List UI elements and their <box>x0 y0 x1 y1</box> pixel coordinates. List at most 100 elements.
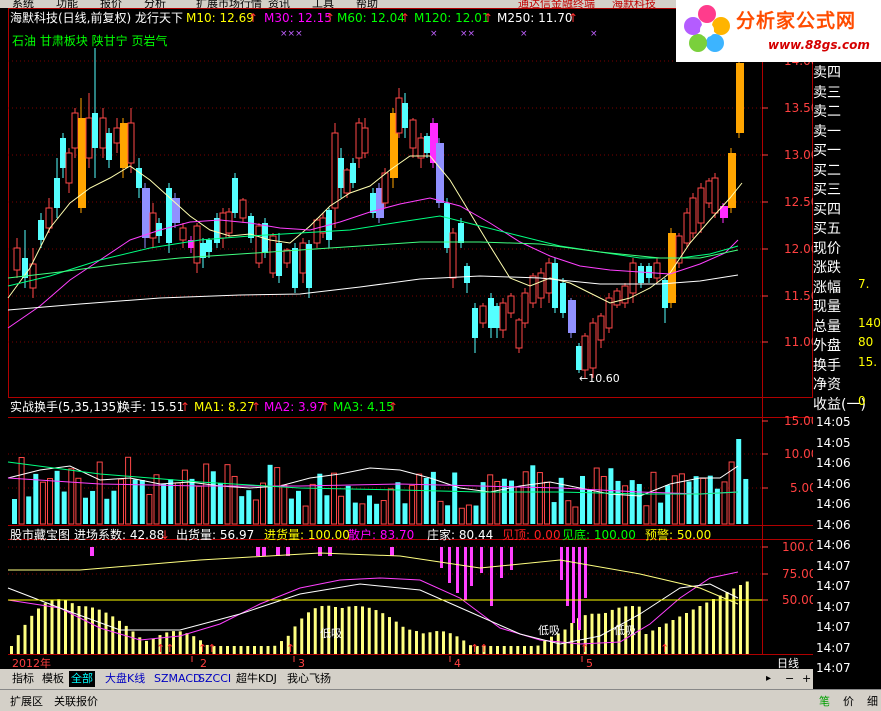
price-tick: 13.50 <box>784 101 813 115</box>
orderbook-row: 买四 <box>813 199 881 218</box>
volume-bar <box>260 482 266 525</box>
tab-related-quotes[interactable]: 关联报价 <box>54 693 98 709</box>
chart-area[interactable]: 14.00 13.50 13.00 12.50 12.00 11.50 11.0… <box>0 8 813 669</box>
tick-time: 14:05 <box>816 415 851 429</box>
indicator-bar <box>259 646 263 654</box>
retail-spike <box>256 547 260 556</box>
indicator-bar <box>118 620 121 654</box>
menu-tools[interactable]: 工具 <box>312 0 334 8</box>
retail-spike <box>500 547 503 578</box>
volume-bar <box>54 470 60 524</box>
tab-wo-xin-fei-yang[interactable]: 我心飞扬 <box>285 671 333 687</box>
volume-bar <box>196 485 203 525</box>
candle-body <box>106 133 112 160</box>
menu-extended-market[interactable]: 扩展市场行情 <box>196 0 262 8</box>
tab-price[interactable]: 价 <box>843 693 854 709</box>
volume-bar <box>90 490 96 524</box>
indicator-bar <box>502 646 506 654</box>
zoom-in-button[interactable]: + <box>800 671 813 687</box>
candle-body <box>172 198 180 223</box>
volume-title: 实战换手(5,35,135) <box>10 399 121 414</box>
candle-body <box>613 290 621 306</box>
indicator-bar <box>516 646 520 654</box>
volume-bar <box>643 505 650 525</box>
tab-szcci[interactable]: SZCCI <box>196 671 233 687</box>
indicator-bar <box>266 646 270 654</box>
menu-function[interactable]: 功能 <box>56 0 78 8</box>
candle-body <box>113 127 121 144</box>
indicator-bar <box>16 635 20 654</box>
volume-tick: 5.00 <box>790 481 813 495</box>
indicator-bar <box>435 631 439 654</box>
retail-spike <box>276 547 280 556</box>
indicator-bar <box>712 599 715 654</box>
ma10-label: M10: 12.69 <box>186 11 254 25</box>
volume-bar <box>587 489 593 524</box>
candle-body <box>653 262 661 279</box>
retail-spike <box>440 547 443 568</box>
orderbook-row: 涨幅 7. <box>813 277 881 296</box>
warning-label: 预警: 50.00 <box>645 527 711 542</box>
month-label: 2 <box>200 657 207 669</box>
indicator-bar <box>374 610 378 654</box>
tab-indicator[interactable]: 指标 <box>10 671 36 687</box>
price-tick: 12.50 <box>784 195 813 209</box>
indicator-bar <box>394 621 398 654</box>
tab-template[interactable]: 模板 <box>40 671 66 687</box>
orderbook-label: 卖一 <box>813 123 841 140</box>
volume-bar <box>146 493 153 525</box>
svg-text:↑: ↑ <box>320 400 330 414</box>
menu-analysis[interactable]: 分析 <box>144 0 166 8</box>
menu-system[interactable]: 系统 <box>12 0 34 8</box>
candle-body <box>589 322 597 369</box>
period-label[interactable]: 日线 <box>777 656 799 669</box>
entry-coef-label: 进场系数: 42.88 <box>74 527 164 542</box>
volume-bar <box>714 488 720 524</box>
volume-bar <box>288 498 294 524</box>
tick-time: 14:07 <box>816 579 851 593</box>
candle-body <box>479 305 487 324</box>
indicator-bar <box>597 613 601 654</box>
volume-bar <box>83 497 88 524</box>
menu-news[interactable]: 资讯 <box>268 0 290 8</box>
tab-all[interactable]: 全部 <box>69 671 95 687</box>
retail-spike <box>390 547 394 556</box>
indicator-bar <box>97 609 101 654</box>
tab-index-kline[interactable]: 大盘K线 <box>103 671 147 687</box>
volume-bar <box>338 495 345 525</box>
candle-body <box>65 152 73 184</box>
volume-bar <box>743 478 749 524</box>
candle-body <box>424 136 430 153</box>
indicator-bar <box>529 646 533 654</box>
scroll-right-icon[interactable]: ▸ <box>764 671 773 687</box>
sell-volume-label: 出货量: 56.97 <box>176 527 254 542</box>
svg-text:×: × <box>520 29 528 39</box>
indicator-tick: 50.00 <box>782 593 813 607</box>
indicator-bar <box>219 646 223 654</box>
menu-quote[interactable]: 报价 <box>100 0 122 8</box>
candle-body <box>668 233 676 303</box>
menu-help[interactable]: 帮助 <box>356 0 378 8</box>
volume-bar <box>736 439 742 524</box>
orderbook-value: 7. <box>858 276 870 291</box>
tab-detail[interactable]: 细 <box>867 693 878 709</box>
volume-bar <box>494 480 501 525</box>
candle-body <box>488 298 494 328</box>
orderbook-value: 140 <box>858 315 881 330</box>
tab-trades[interactable]: 笔 <box>819 693 830 709</box>
volume-bar <box>203 463 210 525</box>
candle-body <box>581 335 589 371</box>
indicator-bar <box>226 646 229 654</box>
tab-extension-area[interactable]: 扩展区 <box>10 693 43 709</box>
candle-body <box>705 180 713 204</box>
menu-stock-name: 海默科技 <box>612 0 656 8</box>
tab-super-kdj[interactable]: 超牛KDJ <box>234 671 279 687</box>
candle-body <box>206 240 212 252</box>
candle-body <box>13 247 21 271</box>
signal-low-buy: 低吸 <box>538 624 560 637</box>
orderbook-label: 买四 <box>813 201 841 218</box>
zoom-out-button[interactable]: − <box>783 671 796 687</box>
candle-body <box>283 249 291 264</box>
candle-body <box>361 127 369 154</box>
svg-text:↑: ↑ <box>580 642 589 655</box>
